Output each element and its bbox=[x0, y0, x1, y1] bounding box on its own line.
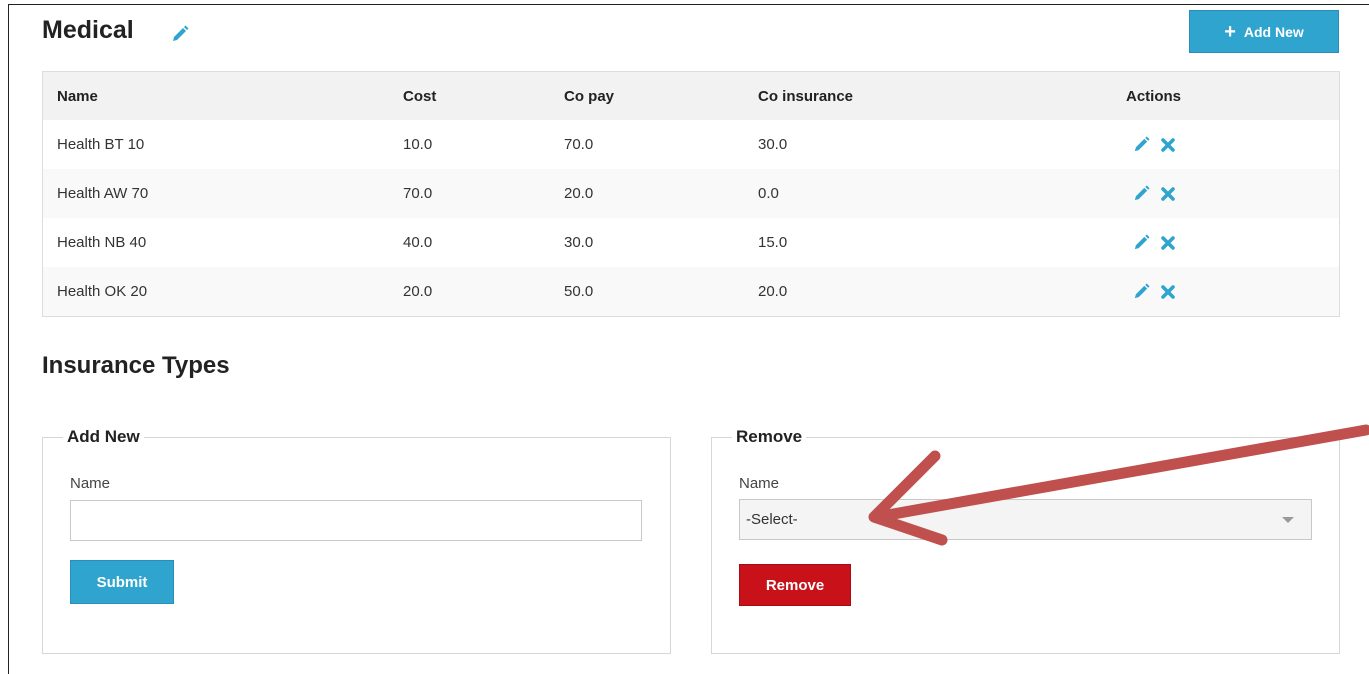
submit-button[interactable]: Submit bbox=[70, 560, 174, 604]
row-actions bbox=[1133, 169, 1176, 218]
remove-fieldset: Remove bbox=[711, 427, 1340, 654]
table-row: Health AW 70 70.0 20.0 0.0 bbox=[43, 169, 1339, 218]
row-cost: 20.0 bbox=[403, 283, 433, 300]
row-copay: 30.0 bbox=[564, 234, 594, 251]
row-name: Health NB 40 bbox=[57, 234, 147, 251]
frame-border-top bbox=[8, 4, 1369, 5]
row-copay: 70.0 bbox=[564, 136, 594, 153]
remove-name-label: Name bbox=[739, 475, 780, 492]
row-coinsurance: 20.0 bbox=[758, 283, 788, 300]
pencil-icon[interactable] bbox=[171, 25, 189, 43]
row-copay: 20.0 bbox=[564, 185, 594, 202]
x-icon[interactable] bbox=[1160, 137, 1176, 153]
x-icon[interactable] bbox=[1160, 186, 1176, 202]
remove-legend: Remove bbox=[736, 427, 803, 446]
remove-button[interactable]: Remove bbox=[739, 564, 851, 606]
row-name: Health AW 70 bbox=[57, 185, 149, 202]
select-value: -Select- bbox=[746, 511, 798, 528]
row-coinsurance: 30.0 bbox=[758, 136, 788, 153]
medical-plans-table: Name Cost Co pay Co insurance Actions He… bbox=[42, 71, 1340, 317]
header-cost: Cost bbox=[403, 87, 437, 105]
add-new-label: Add New bbox=[1243, 23, 1304, 40]
add-new-button[interactable]: + Add New bbox=[1189, 10, 1339, 53]
table-row: Health OK 20 20.0 50.0 20.0 bbox=[43, 267, 1339, 316]
header-copay: Co pay bbox=[564, 87, 615, 105]
row-actions bbox=[1133, 267, 1176, 316]
table-row: Health BT 10 10.0 70.0 30.0 bbox=[43, 120, 1339, 169]
pencil-icon[interactable] bbox=[1133, 283, 1150, 300]
row-actions bbox=[1133, 120, 1176, 169]
row-name: Health OK 20 bbox=[57, 283, 148, 300]
row-name: Health BT 10 bbox=[57, 136, 145, 153]
row-cost: 10.0 bbox=[403, 136, 433, 153]
header-actions: Actions bbox=[1126, 87, 1182, 105]
row-cost: 70.0 bbox=[403, 185, 433, 202]
pencil-icon[interactable] bbox=[1133, 136, 1150, 153]
pencil-icon[interactable] bbox=[1133, 234, 1150, 251]
caret-down-icon bbox=[1282, 517, 1294, 523]
plus-icon: + bbox=[1224, 20, 1236, 43]
medical-title: Medical bbox=[42, 16, 134, 44]
table-header-row: Name Cost Co pay Co insurance Actions bbox=[43, 72, 1339, 120]
x-icon[interactable] bbox=[1160, 235, 1176, 251]
add-new-legend: Add New bbox=[67, 427, 140, 446]
insurance-name-input[interactable] bbox=[70, 500, 642, 541]
insurance-types-title: Insurance Types bbox=[42, 352, 230, 379]
header-name: Name bbox=[57, 87, 98, 105]
add-name-label: Name bbox=[70, 475, 111, 492]
pencil-icon[interactable] bbox=[1133, 185, 1150, 202]
frame-border-left bbox=[8, 4, 9, 674]
row-copay: 50.0 bbox=[564, 283, 594, 300]
row-cost: 40.0 bbox=[403, 234, 433, 251]
header-coinsurance: Co insurance bbox=[758, 87, 854, 105]
row-coinsurance: 15.0 bbox=[758, 234, 788, 251]
insurance-type-select[interactable]: -Select- bbox=[739, 499, 1312, 540]
row-actions bbox=[1133, 218, 1176, 267]
table-row: Health NB 40 40.0 30.0 15.0 bbox=[43, 218, 1339, 267]
x-icon[interactable] bbox=[1160, 284, 1176, 300]
row-coinsurance: 0.0 bbox=[758, 185, 779, 202]
